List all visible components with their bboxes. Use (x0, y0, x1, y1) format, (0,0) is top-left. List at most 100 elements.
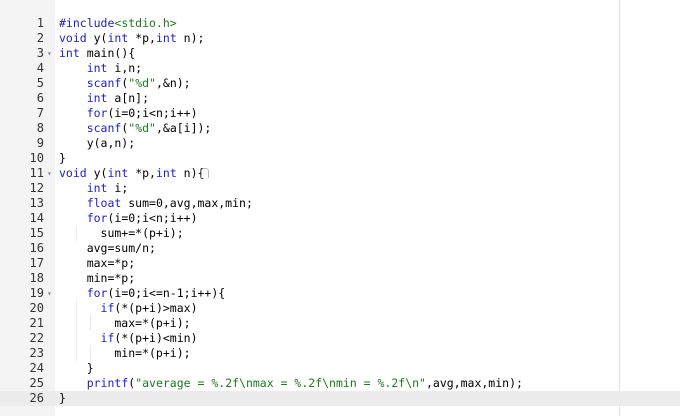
code-line[interactable]: 9 y(a,n); (0, 136, 680, 151)
code-line[interactable]: 13 float sum=0,avg,max,min; (0, 196, 680, 211)
code-line[interactable]: 17 max=*p; (0, 256, 680, 271)
keyword-token: if (100, 301, 115, 315)
code-text: void y(int *p,int n){ (59, 166, 204, 181)
code-line[interactable]: 15 sum+=*(p+i); (0, 226, 680, 241)
code-line[interactable]: 3 ▾ int main(){ (0, 46, 680, 61)
code-text: avg=sum/n; (59, 241, 156, 256)
code-token: i; (107, 181, 129, 195)
code-text: for(i=0;i<=n-1;i++){ (59, 286, 225, 301)
code-line[interactable]: 18 min=*p; (0, 271, 680, 286)
code-text: #include<stdio.h> (59, 16, 177, 31)
code-line[interactable]: 2 void y(int *p,int n); (0, 31, 680, 46)
code-token: ,&n); (155, 76, 191, 90)
code-text: y(a,n); (59, 136, 135, 151)
code-line[interactable]: 11 ▾ void y(int *p,int n){ (0, 166, 680, 181)
code-line[interactable]: 19 ▾ for(i=0;i<=n-1;i++){ (0, 286, 680, 301)
keyword-token: void (59, 166, 87, 180)
code-text: int a[n]; (59, 91, 149, 106)
code-line[interactable]: 25 printf("average = %.2f\nmax = %.2f\nm… (0, 376, 680, 391)
code-text: } (59, 361, 94, 376)
fold-toggle-icon[interactable]: ▾ (47, 46, 52, 61)
keyword-token: scanf (86, 121, 122, 135)
code-token: y(a,n); (59, 136, 136, 150)
code-editor[interactable]: 1 #include<stdio.h> 2 void y(int *p,int n);… (0, 0, 680, 416)
keyword-token: int (155, 31, 177, 45)
code-line[interactable]: 23 min=*(p+i); (0, 346, 680, 361)
code-text: float sum=0,avg,max,min; (59, 196, 253, 211)
code-text: int i,n; (59, 61, 142, 76)
code-text: printf("average = %.2f\nmax = %.2f\nmin … (59, 376, 523, 391)
code-line[interactable]: 21 max=*(p+i); (0, 316, 680, 331)
code-text: int main(){ (59, 46, 135, 61)
line-number: 3 (36, 46, 44, 60)
code-text: } (59, 151, 66, 166)
line-number: 6 (36, 91, 44, 105)
code-token: *p, (128, 166, 156, 180)
line-number: 8 (36, 121, 44, 135)
code-token: (i=0;i<=n-1;i++){ (107, 286, 226, 300)
code-text: max=*(p+i); (59, 316, 190, 331)
code-line[interactable]: 26} (0, 391, 680, 406)
code-token: min=*(p+i); (59, 346, 191, 360)
code-text: if(*(p+i)>max) (59, 301, 198, 316)
string-token: "%d" (128, 76, 156, 90)
code-text: for(i=0;i<n;i++) (59, 106, 198, 121)
keyword-token: int (86, 181, 108, 195)
code-line[interactable]: 7 for(i=0;i<n;i++) (0, 106, 680, 121)
code-token: } (59, 361, 94, 375)
keyword-token: if (100, 331, 115, 345)
code-line[interactable]: 5 scanf("%d",&n); (0, 76, 680, 91)
code-line[interactable]: 16 avg=sum/n; (0, 241, 680, 256)
code-line[interactable]: 24 } (0, 361, 680, 376)
line-number: 18 (29, 271, 44, 285)
code-token: avg=sum/n; (59, 241, 156, 255)
line-number: 23 (29, 346, 44, 360)
line-number: 16 (29, 241, 44, 255)
line-number: 24 (29, 361, 44, 375)
fold-toggle-icon[interactable]: ▾ (47, 286, 52, 301)
keyword-token: int (107, 166, 129, 180)
code-line[interactable]: 12 int i; (0, 181, 680, 196)
line-number: 1 (36, 16, 44, 30)
code-line[interactable]: 10} (0, 151, 680, 166)
line-number: 21 (29, 316, 44, 330)
code-text: min=*(p+i); (59, 346, 191, 361)
code-token: sum+=*(p+i); (59, 226, 184, 240)
code-token: sum=0,avg,max,min; (121, 196, 253, 210)
string-token: <stdio.h> (114, 16, 177, 30)
code-text: int i; (59, 181, 129, 196)
code-text: } (59, 391, 66, 406)
bracket-match-marker (201, 168, 209, 178)
code-text: scanf("%d",&n); (59, 76, 191, 91)
keyword-token: void (59, 31, 87, 45)
code-text: scanf("%d",&a[i]); (59, 121, 212, 136)
keyword-token: for (86, 106, 108, 120)
code-token: *p, (128, 31, 156, 45)
code-text: sum+=*(p+i); (59, 226, 184, 241)
code-token: } (59, 151, 66, 165)
line-number: 13 (29, 196, 44, 210)
code-token: max=*p; (59, 256, 136, 270)
keyword-token: int (59, 46, 80, 60)
code-line[interactable]: 22 if(*(p+i)<min) (0, 331, 680, 346)
line-number: 17 (29, 256, 44, 270)
code-line[interactable]: 6 int a[n]; (0, 91, 680, 106)
fold-toggle-icon[interactable]: ▾ (47, 166, 52, 181)
code-area[interactable]: 1 #include<stdio.h> 2 void y(int *p,int n);… (0, 16, 680, 406)
code-token: (*(p+i)<min) (114, 331, 198, 345)
code-line[interactable]: 1 #include<stdio.h> (0, 16, 680, 31)
code-line[interactable]: 8 scanf("%d",&a[i]); (0, 121, 680, 136)
string-token: "average = %.2f\nmax = %.2f\nmin = %.2f\… (135, 376, 426, 390)
preprocessor-token: #include (59, 16, 115, 30)
code-line[interactable]: 14 for(i=0;i<n;i++) (0, 211, 680, 226)
code-line[interactable]: 20 if(*(p+i)>max) (0, 301, 680, 316)
code-line[interactable]: 4 int i,n; (0, 61, 680, 76)
line-number: 2 (36, 31, 44, 45)
